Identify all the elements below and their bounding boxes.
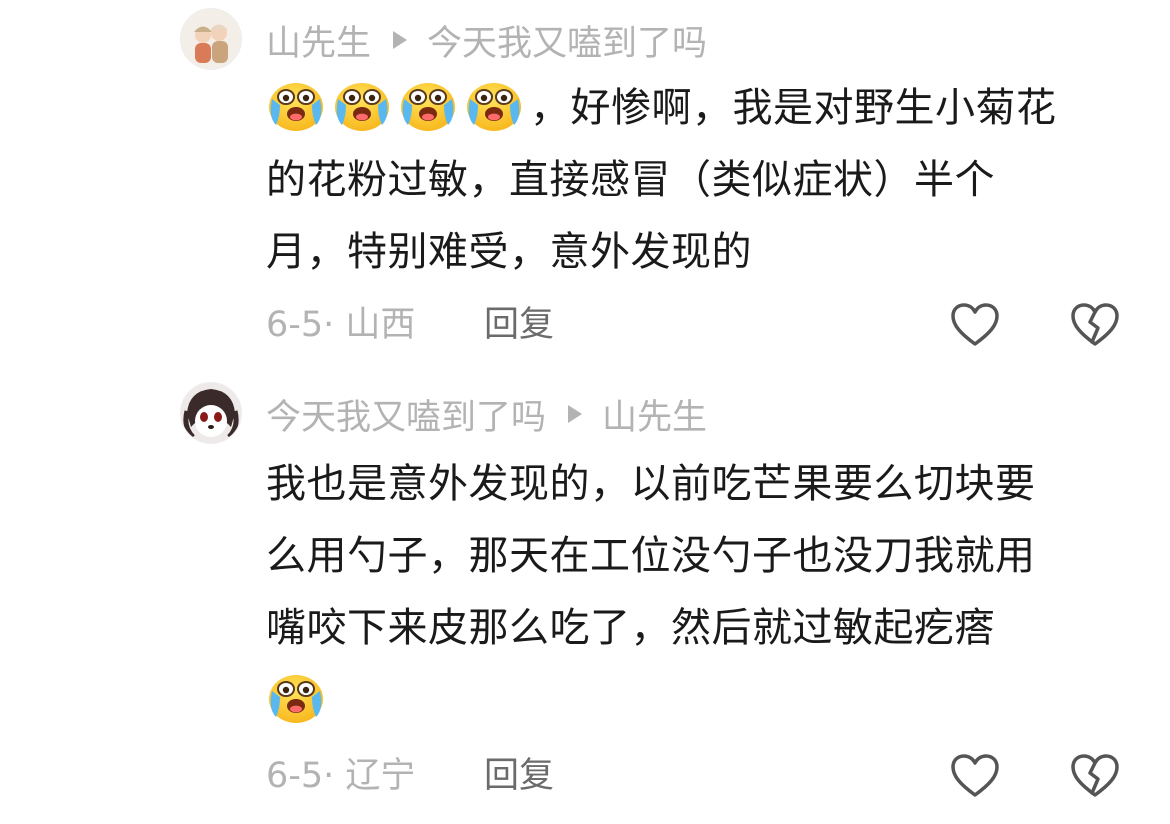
comment-line: ，好惨啊，我是对野生小菊花 xyxy=(266,72,1116,144)
reply-to-name[interactable]: 山先生 xyxy=(602,389,707,440)
date-location: 6-5· 山西 xyxy=(266,305,416,345)
comment-line: 月，特别难受，意外发现的 xyxy=(266,229,752,275)
comment-footer: 6-5· 辽宁 回复 xyxy=(266,751,1136,801)
comment-line: 的花粉过敏，直接感冒（类似症状）半个 xyxy=(266,157,995,203)
comment-line: 嘴咬下来皮那么吃了，然后就过敏起疙瘩 xyxy=(266,605,995,651)
reply-button[interactable]: 回复 xyxy=(484,300,554,350)
comment-meta: 山先生 今天我又嗑到了吗 xyxy=(266,15,707,65)
crying-emoji-icon xyxy=(266,77,326,133)
user-avatar-icon xyxy=(181,9,241,69)
avatar[interactable] xyxy=(180,382,242,444)
broken-heart-icon[interactable] xyxy=(1070,753,1120,799)
reply-arrow-icon xyxy=(568,405,583,423)
comment-meta: 今天我又嗑到了吗 山先生 xyxy=(266,389,707,439)
heart-icon[interactable] xyxy=(950,302,1000,348)
author-name[interactable]: 山先生 xyxy=(266,15,371,66)
crying-emoji-icon xyxy=(464,77,524,133)
comment-line: 我也是意外发现的，以前吃芒果要么切块要 xyxy=(266,461,1036,507)
author-name[interactable]: 今天我又嗑到了吗 xyxy=(266,389,546,440)
reply-button[interactable]: 回复 xyxy=(484,751,554,801)
crying-emoji-icon xyxy=(266,669,326,725)
avatar[interactable] xyxy=(180,8,242,70)
comment-line xyxy=(266,664,1116,736)
reply-to-name[interactable]: 今天我又嗑到了吗 xyxy=(427,15,707,66)
comment-line: 么用勺子，那天在工位没勺子也没刀我就用 xyxy=(266,533,1036,579)
crying-emoji-icon xyxy=(332,77,392,133)
comment-text: ，好惨啊，我是对野生小菊花 xyxy=(530,85,1057,131)
reply-arrow-icon xyxy=(393,31,408,49)
user-avatar-icon xyxy=(181,383,241,443)
date-location: 6-5· 辽宁 xyxy=(266,756,416,796)
crying-emoji-icon xyxy=(398,77,458,133)
comment-body: ，好惨啊，我是对野生小菊花 的花粉过敏，直接感冒（类似症状）半个 月，特别难受，… xyxy=(266,72,1116,288)
comment-footer: 6-5· 山西 回复 xyxy=(266,300,1136,350)
heart-icon[interactable] xyxy=(950,753,1000,799)
comment-body: 我也是意外发现的，以前吃芒果要么切块要 么用勺子，那天在工位没勺子也没刀我就用 … xyxy=(266,448,1116,736)
broken-heart-icon[interactable] xyxy=(1070,302,1120,348)
